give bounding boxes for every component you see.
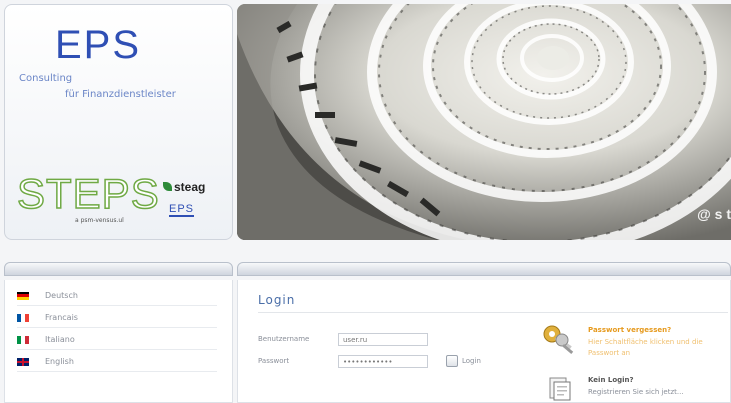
steps-subtext: a psm-vensus.ul bbox=[75, 217, 124, 224]
login-divider bbox=[258, 312, 728, 313]
forgot-password-description-2: Passwort an bbox=[588, 349, 631, 357]
language-panel-header bbox=[4, 262, 233, 276]
login-title: Login bbox=[258, 293, 296, 307]
hero-image: @ s t bbox=[237, 4, 731, 240]
document-icon[interactable] bbox=[546, 374, 574, 402]
password-input[interactable] bbox=[338, 355, 428, 368]
forgot-password-description: Hier Schaltfläche klicken und die bbox=[588, 338, 703, 346]
language-label: Francais bbox=[45, 313, 78, 322]
language-label: Deutsch bbox=[45, 291, 78, 300]
italian-flag-icon bbox=[17, 335, 29, 344]
username-label: Benutzername bbox=[258, 335, 310, 343]
hero-watermark: @ s t bbox=[697, 206, 731, 222]
language-label: Italiano bbox=[45, 335, 75, 344]
forgot-password-link[interactable]: Passwort vergessen? bbox=[588, 326, 671, 334]
login-button[interactable]: Login bbox=[446, 354, 481, 368]
spiral-staircase-image bbox=[237, 4, 731, 240]
login-panel: Login Benutzername Passwort Login Passwo… bbox=[237, 280, 731, 403]
language-item-english[interactable]: English bbox=[17, 352, 217, 372]
eps-logo: EPS bbox=[55, 23, 142, 67]
steag-logo: steag bbox=[163, 180, 205, 194]
login-button-icon bbox=[446, 355, 458, 367]
keys-icon[interactable] bbox=[542, 324, 578, 358]
tagline-line2: für Finanzdienstleister bbox=[65, 89, 176, 100]
language-item-francais[interactable]: Francais bbox=[17, 308, 217, 328]
language-panel: Deutsch Francais Italiano English bbox=[4, 280, 233, 403]
logo-panel: EPS Consulting für Finanzdienstleister S… bbox=[4, 4, 233, 240]
uk-flag-icon bbox=[17, 357, 29, 366]
french-flag-icon bbox=[17, 313, 29, 322]
login-button-label: Login bbox=[462, 357, 481, 365]
steps-logo: STEPS bbox=[16, 170, 160, 217]
no-login-description: Registrieren Sie sich jetzt... bbox=[588, 388, 684, 396]
language-label: English bbox=[45, 357, 74, 366]
username-input[interactable] bbox=[338, 333, 428, 346]
no-login-link[interactable]: Kein Login? bbox=[588, 376, 634, 384]
login-panel-header bbox=[237, 262, 731, 276]
language-item-italiano[interactable]: Italiano bbox=[17, 330, 217, 350]
language-item-deutsch[interactable]: Deutsch bbox=[17, 286, 217, 306]
german-flag-icon bbox=[17, 291, 29, 300]
password-label: Passwort bbox=[258, 357, 290, 365]
tagline-line1: Consulting bbox=[19, 73, 73, 84]
steag-logo-text: steag bbox=[174, 180, 206, 194]
steag-leaf-icon bbox=[163, 182, 172, 191]
eps-small-logo: EPS bbox=[169, 203, 195, 217]
